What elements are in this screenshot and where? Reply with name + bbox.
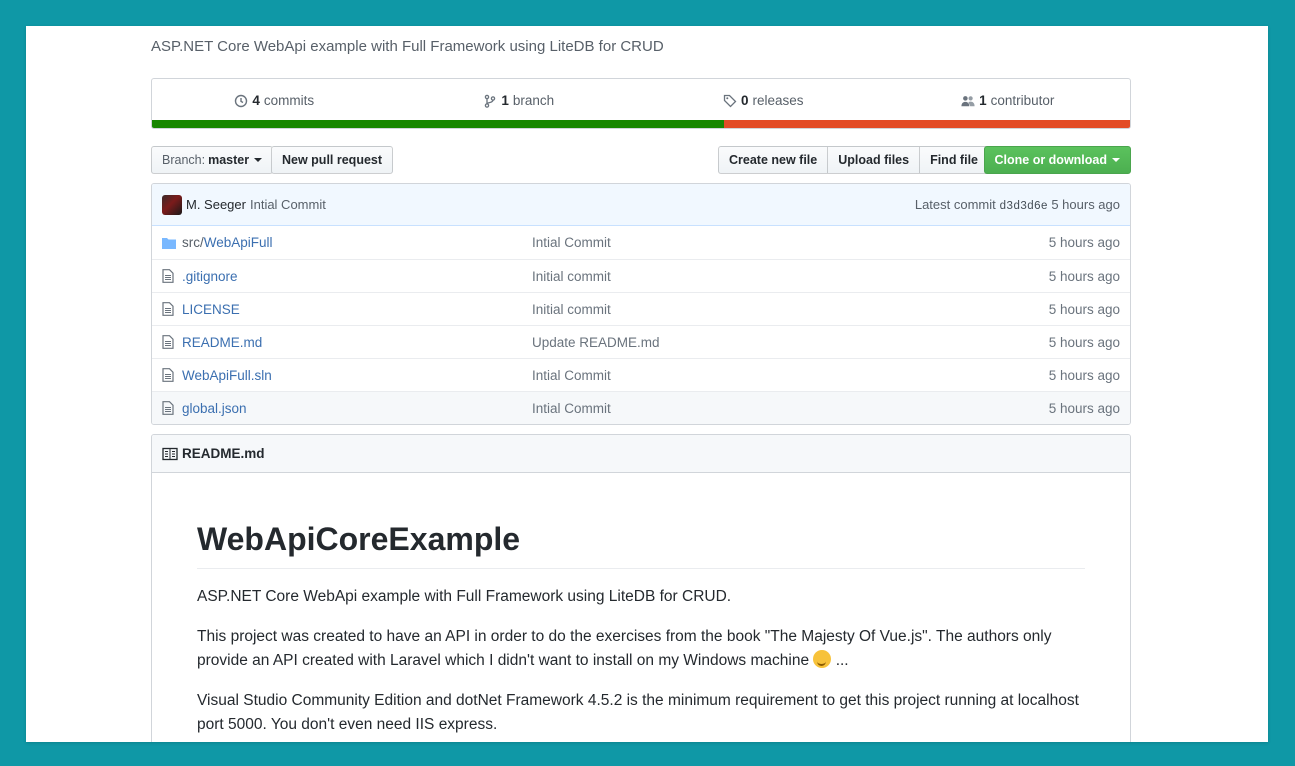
file-row[interactable]: global.json Intial Commit 5 hours ago (152, 391, 1130, 424)
readme-paragraph-3: Visual Studio Community Edition and dotN… (197, 692, 1079, 733)
file-commit-message[interactable]: Initial commit (532, 269, 1049, 284)
readme-panel: README.md WebApiCoreExample ASP.NET Core… (151, 434, 1131, 742)
smirk-emoji-icon (813, 650, 832, 668)
file-name-link[interactable]: WebApiFull.sln (182, 368, 532, 383)
file-navigation: Branch: master New pull request Create n… (151, 146, 1131, 174)
branch-name: master (208, 153, 250, 167)
file-name: .gitignore (182, 268, 238, 284)
contributors-link[interactable]: 1 contributor (886, 93, 1131, 108)
file-commit-message[interactable]: Update README.md (532, 335, 1049, 350)
file-icon (162, 301, 178, 317)
file-commit-message[interactable]: Intial Commit (532, 401, 1049, 416)
file-row[interactable]: WebApiFull.sln Intial Commit 5 hours ago (152, 358, 1130, 391)
file-path-prefix: src/ (182, 235, 204, 250)
chevron-down-icon (1112, 158, 1120, 162)
branch-select-button[interactable]: Branch: master (151, 146, 274, 174)
people-icon (961, 95, 975, 106)
repo-page: ASP.NET Core WebApi example with Full Fr… (26, 26, 1268, 742)
file-name: WebApiFull (203, 235, 273, 250)
file-rows: src/WebApiFull Intial Commit 5 hours ago .g… (152, 226, 1130, 424)
readme-body: WebApiCoreExample ASP.NET Core WebApi ex… (152, 521, 1130, 737)
commit-author[interactable]: M. Seeger (186, 197, 246, 212)
readme-paragraph-2-text: This project was created to have an API … (197, 628, 1052, 669)
file-name: LICENSE (182, 301, 240, 317)
language-segment-0[interactable] (152, 120, 725, 128)
releases-label: releases (752, 93, 804, 108)
commit-age: 5 hours ago (1051, 196, 1120, 212)
readme-paragraph-2: This project was created to have an API … (197, 625, 1085, 673)
file-row[interactable]: src/WebApiFull Intial Commit 5 hours ago (152, 226, 1130, 259)
latest-commit-label: Latest commit (914, 196, 996, 212)
file-commit-message[interactable]: Intial Commit (532, 235, 1049, 250)
history-icon (235, 94, 248, 107)
commits-label: commits (263, 93, 315, 108)
repo-description: ASP.NET Core WebApi example with Full Fr… (151, 38, 664, 55)
file-row[interactable]: README.md Update README.md 5 hours ago (152, 325, 1130, 358)
readme-paragraph-1: ASP.NET Core WebApi example with Full Fr… (197, 588, 732, 605)
language-bar[interactable] (152, 120, 1130, 128)
readme-header: README.md (152, 435, 1130, 473)
file-age: 5 hours ago (1048, 334, 1120, 350)
commit-sha[interactable]: d3d3d6e (999, 200, 1047, 213)
file-age: 5 hours ago (1048, 268, 1120, 284)
branch-label: branch (512, 93, 555, 108)
folder-icon (162, 235, 178, 251)
file-age: 5 hours ago (1048, 367, 1120, 383)
file-name-link[interactable]: LICENSE (182, 302, 532, 317)
latest-commit-info: Latest commit d3d3d6e 5 hours ago (915, 197, 1120, 213)
file-age: 5 hours ago (1048, 301, 1120, 317)
find-file-button[interactable]: Find file (919, 146, 989, 174)
avatar[interactable] (162, 194, 182, 215)
file-commit-message[interactable]: Initial commit (532, 302, 1049, 317)
file-icon (162, 334, 178, 350)
releases-count: 0 (740, 93, 749, 108)
file-actions-group: Create new file Upload files Find file (718, 146, 989, 174)
numbers-summary: 4 commits 1 branch 0 releases 1 contribu… (151, 78, 1131, 129)
file-name: global.json (182, 400, 247, 416)
file-name-link[interactable]: src/WebApiFull (182, 235, 532, 250)
tag-icon (723, 94, 737, 107)
contributor-label: contributor (990, 93, 1055, 108)
file-age: 5 hours ago (1048, 400, 1120, 416)
branch-icon (485, 94, 496, 108)
clone-download-button[interactable]: Clone or download (983, 146, 1131, 174)
latest-commit-bar: M. Seeger Intial Commit Latest commit d3… (152, 184, 1130, 226)
file-icon (162, 400, 178, 416)
upload-files-button[interactable]: Upload files (827, 146, 921, 174)
file-name: README.md (182, 334, 263, 350)
readme-heading: WebApiCoreExample (197, 521, 1085, 569)
file-row[interactable]: .gitignore Initial commit 5 hours ago (152, 259, 1130, 292)
file-age: 5 hours ago (1048, 235, 1120, 250)
book-icon (162, 447, 178, 460)
file-table: M. Seeger Intial Commit Latest commit d3… (151, 183, 1131, 425)
contributor-count: 1 (979, 93, 987, 108)
commits-count: 4 (252, 93, 260, 108)
create-new-file-button[interactable]: Create new file (718, 146, 829, 174)
readme-filename[interactable]: README.md (182, 446, 265, 461)
file-row[interactable]: LICENSE Initial commit 5 hours ago (152, 292, 1130, 325)
commit-message[interactable]: Intial Commit (250, 197, 326, 212)
commits-link[interactable]: 4 commits (152, 93, 397, 108)
branch-count: 1 (501, 93, 509, 108)
file-name-link[interactable]: .gitignore (182, 269, 532, 284)
releases-link[interactable]: 0 releases (641, 93, 886, 108)
readme-paragraph-2-tail: ... (831, 652, 849, 669)
file-name: WebApiFull.sln (182, 367, 272, 383)
file-icon (162, 268, 178, 284)
file-name-link[interactable]: README.md (182, 335, 532, 350)
file-commit-message[interactable]: Intial Commit (532, 368, 1049, 383)
file-name-link[interactable]: global.json (182, 401, 532, 416)
file-icon (162, 367, 178, 383)
branch-prefix: Branch: (162, 153, 206, 167)
chevron-down-icon (254, 158, 263, 162)
clone-label: Clone or download (994, 153, 1108, 167)
branches-link[interactable]: 1 branch (397, 93, 642, 108)
new-pull-request-button[interactable]: New pull request (271, 146, 394, 174)
language-segment-1[interactable] (724, 120, 1130, 128)
